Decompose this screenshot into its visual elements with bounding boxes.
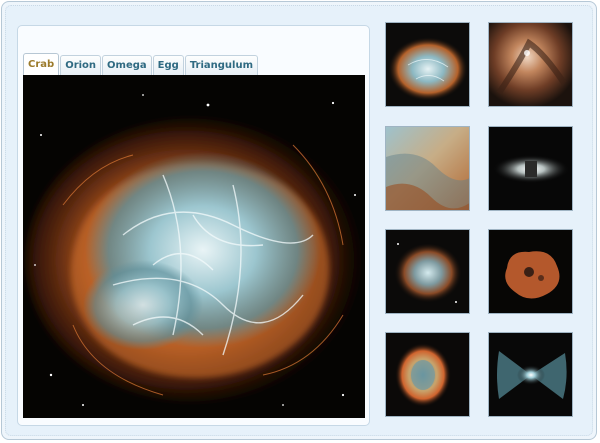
- thumbnail-orion[interactable]: [488, 22, 573, 107]
- thumbnail-red-nebula[interactable]: [488, 229, 573, 314]
- thumbnail-egg[interactable]: [488, 126, 573, 211]
- tab-orion[interactable]: Orion: [60, 55, 102, 75]
- thumbnail-omega[interactable]: [385, 126, 470, 211]
- tab-triangulum[interactable]: Triangulum: [184, 55, 259, 75]
- thumbnail-triangulum[interactable]: [385, 229, 470, 314]
- tab-crab[interactable]: Crab: [23, 53, 60, 75]
- thumbnail-crab[interactable]: [385, 22, 470, 107]
- thumbnail-ring[interactable]: [385, 332, 470, 417]
- main-image: [23, 75, 365, 418]
- thumbnail-butterfly[interactable]: [488, 332, 573, 417]
- tab-egg[interactable]: Egg: [152, 55, 184, 75]
- tab-omega[interactable]: Omega: [102, 55, 152, 75]
- tab-bar: Crab Orion Omega Egg Triangulum: [23, 53, 259, 75]
